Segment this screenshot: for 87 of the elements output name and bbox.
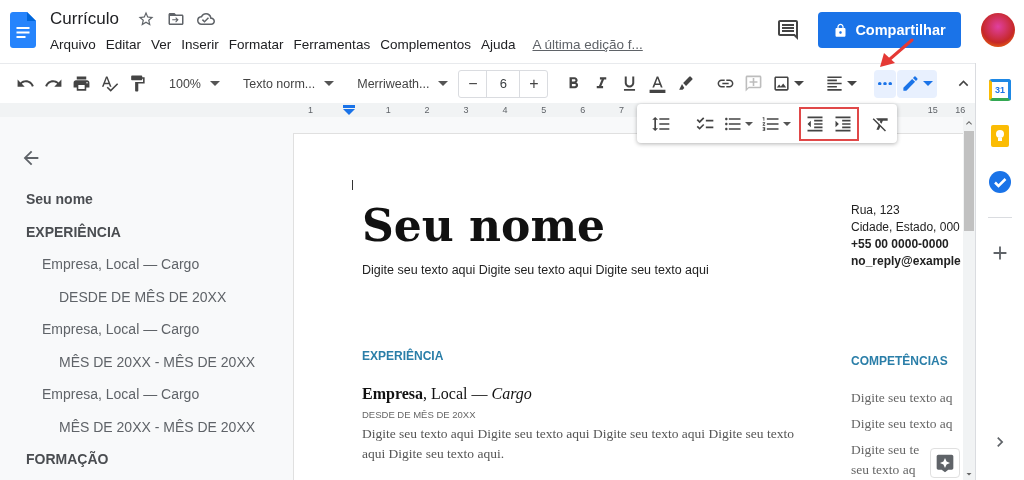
contact-line: +55 00 0000-0000: [851, 236, 950, 253]
spellcheck-icon: [100, 74, 119, 93]
more-button[interactable]: [874, 69, 897, 98]
sparkle-icon: [935, 453, 955, 473]
scroll-thumb[interactable]: [964, 131, 974, 231]
ruler-number: 2: [424, 105, 430, 115]
calendar-button[interactable]: 31: [989, 79, 1011, 101]
caret-icon: [438, 81, 449, 86]
dropdown[interactable]: 100%: [164, 69, 225, 98]
caret-icon: [210, 81, 220, 86]
resume-name: Seu nome: [362, 200, 606, 252]
last-edit-link[interactable]: A última edição f...: [532, 37, 643, 52]
text-cursor: [352, 180, 353, 190]
skill-text: Digite seu te: [851, 441, 920, 459]
checkmark-circle-icon: [989, 171, 1011, 193]
caret-icon: [783, 121, 791, 126]
comments-button[interactable]: [776, 18, 800, 42]
ruler-number: 15: [927, 105, 938, 115]
star-icon: [136, 10, 155, 28]
section-heading: COMPETÊNCIAS: [851, 354, 949, 368]
document-title[interactable]: Currículo: [50, 9, 119, 29]
dropdown[interactable]: Merriweath...: [352, 69, 454, 98]
share-button[interactable]: Compartilhar: [818, 12, 961, 48]
contact-line: Cidade, Estado, 000: [851, 219, 961, 236]
print-icon: [72, 74, 91, 93]
ruler-number: 16: [955, 105, 966, 115]
tasks-button[interactable]: [989, 171, 1011, 193]
lock-icon: [833, 22, 849, 38]
skill-text: Digite seu texto aq: [851, 389, 953, 407]
ruler-number: 1: [385, 105, 391, 115]
pencil-button[interactable]: [897, 69, 938, 98]
ruler-number: 3: [463, 105, 469, 115]
align-icon: [825, 74, 845, 93]
ruler-number: 1: [307, 105, 313, 115]
outline-item[interactable]: Seu nome: [20, 183, 290, 216]
decrease-button[interactable]: −: [459, 70, 487, 97]
contact-line: no_reply@example: [851, 253, 961, 270]
ruler-number: 6: [580, 105, 586, 115]
paint-format-icon: [128, 74, 147, 93]
outline-item[interactable]: Empresa, Local — Cargo: [20, 248, 290, 281]
explore-button[interactable]: [930, 448, 960, 478]
job-description: Digite seu texto aqui Digite seu texto aqui Digite seu texto aqui Digite seu texto aqui Digite seu texto aqui.: [362, 425, 795, 463]
menu-item[interactable]: Inserir: [176, 36, 224, 53]
lightbulb-note-icon: [991, 125, 1009, 147]
menu-item[interactable]: Arquivo: [50, 36, 101, 53]
outline-item[interactable]: Empresa, Local — Cargo: [20, 378, 290, 411]
ruler-number: 4: [502, 105, 508, 115]
docs-logo-icon[interactable]: [10, 12, 36, 48]
insert-image-icon: [772, 74, 792, 93]
caret-icon: [794, 81, 805, 86]
menu-item[interactable]: Ferramentas: [288, 36, 376, 53]
text-color-icon: [648, 74, 668, 93]
caret-icon: [324, 81, 335, 86]
ruler-number: 7: [619, 105, 625, 115]
outline-item[interactable]: EXPERIÊNCIA: [20, 215, 290, 248]
cloud-check-icon: [196, 10, 215, 28]
job-title: Empresa, Local — Cargo: [362, 385, 533, 403]
increase-button[interactable]: +: [520, 70, 548, 97]
add-comment-icon: [744, 74, 764, 93]
font-size-field[interactable]: 6: [486, 70, 521, 97]
menu-item[interactable]: Editar: [100, 36, 147, 53]
ruler-number: 5: [541, 105, 547, 115]
outline-item[interactable]: Empresa, Local — Cargo: [20, 313, 290, 346]
menu-item[interactable]: Complementos: [375, 36, 476, 53]
skill-text: seu texto aq: [851, 461, 916, 479]
job-dates: DESDE DE MÊS DE 20XX: [362, 409, 477, 420]
outline-item[interactable]: DESDE DE MÊS DE 20XX: [20, 280, 290, 313]
caret-icon: [923, 81, 934, 86]
menu-item[interactable]: Ver: [146, 36, 177, 53]
indent-marker-icon[interactable]: [343, 105, 356, 115]
contact-line: Rua, 123: [851, 202, 901, 219]
menu-item[interactable]: Ajuda: [475, 36, 521, 53]
menu-item[interactable]: Formatar: [223, 36, 289, 53]
avatar[interactable]: [981, 13, 1015, 47]
section-heading: EXPERIÊNCIA: [362, 349, 445, 363]
scrollbar[interactable]: [963, 117, 975, 480]
outline-item[interactable]: MÊS DE 20XX - MÊS DE 20XX: [20, 345, 290, 378]
caret-icon: [847, 81, 858, 86]
outline-item[interactable]: FORMAÇÃO: [20, 443, 290, 476]
comment-icon: [776, 18, 800, 42]
folder-move-icon: [166, 10, 185, 28]
more-icon: [878, 81, 893, 86]
caret-icon: [745, 121, 753, 126]
outline-item[interactable]: MÊS DE 20XX - MÊS DE 20XX: [20, 410, 290, 443]
dropdown[interactable]: Texto norm...: [238, 69, 340, 98]
skill-text: Digite seu texto aq: [851, 415, 953, 433]
tagline-text: Digite seu texto aqui Digite seu texto aqui Digite seu texto aqui: [362, 263, 710, 277]
